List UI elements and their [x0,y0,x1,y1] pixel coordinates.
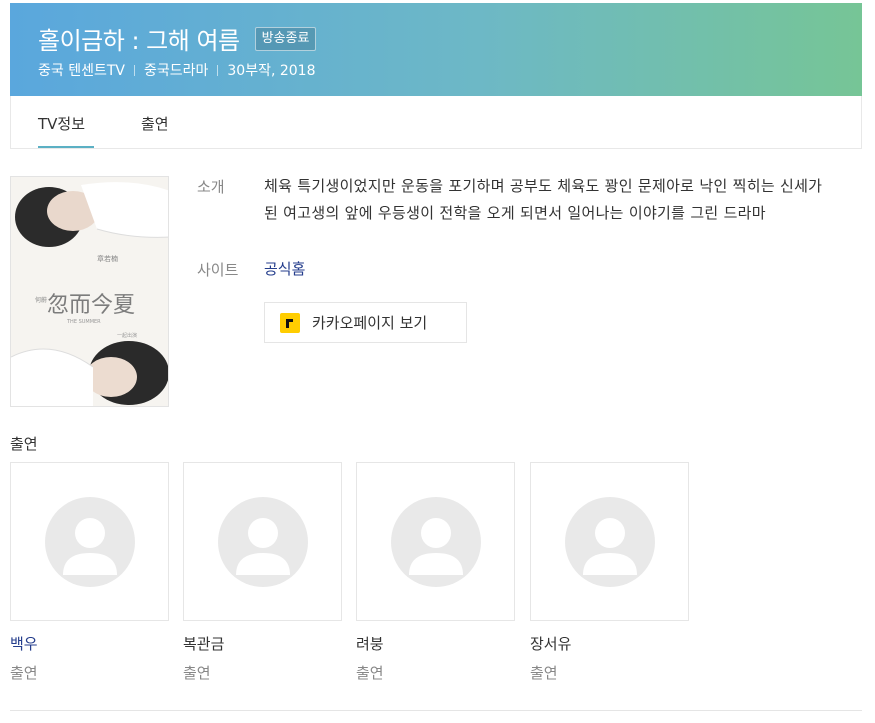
poster-subtitle: THE SUMMER [66,319,101,325]
cast-name: 장서유 [530,635,572,653]
meta-divider [217,64,219,76]
cast-section-title: 출연 [10,435,38,453]
tab-cast[interactable]: 출연 [141,113,169,134]
program-header: 홀이금하 : 그해 여름 방송종료 중국 텐센트TV 중국드라마 30부작, 2… [10,3,862,96]
active-tab-indicator [38,146,94,148]
cast-card[interactable]: 려붕 출연 [356,462,515,683]
cast-card[interactable]: 백우 출연 [10,462,169,683]
cast-photo[interactable] [356,462,515,621]
bottom-divider [10,710,862,711]
cast-name: 복관금 [183,635,225,653]
poster-art: 忽而今夏 THE SUMMER 章若楠 何蔚 一起出演 [11,177,168,406]
meta-broadcaster: 중국 텐센트TV [38,63,125,79]
program-title: 홀이금하 : 그해 여름 [38,27,240,55]
kakao-page-label: 카카오페이지 보기 [312,314,428,332]
poster-title: 忽而今夏 [47,293,135,318]
cast-photo[interactable] [10,462,169,621]
person-placeholder-icon [564,496,655,587]
title-row: 홀이금하 : 그해 여름 방송종료 [38,21,317,56]
status-badge: 방송종료 [254,26,317,51]
cast-card[interactable]: 장서유 출연 [530,462,689,683]
kakao-page-button[interactable]: 카카오페이지 보기 [264,302,467,343]
cast-name: 려붕 [356,635,384,653]
poster-right-caption: 一起出演 [117,332,137,339]
poster-image: 忽而今夏 THE SUMMER 章若楠 何蔚 一起出演 [10,176,169,407]
cast-photo[interactable] [530,462,689,621]
meta-divider [133,64,135,76]
cast-role: 출연 [530,664,558,682]
official-site-link[interactable]: 공식홈 [264,258,305,279]
meta-episodes-year: 30부작, 2018 [227,63,316,79]
person-placeholder-icon [44,496,135,587]
program-meta: 중국 텐센트TV 중국드라마 30부작, 2018 [38,60,316,80]
cast-role: 출연 [356,664,384,682]
intro-label: 소개 [197,178,225,196]
cast-role: 출연 [183,664,211,682]
poster-side-caption: 何蔚 [35,296,47,304]
person-placeholder-icon [217,496,308,587]
kakao-page-icon [280,312,300,333]
cast-card[interactable]: 복관금 출연 [183,462,342,683]
tab-bar: TV정보 출연 [10,96,862,149]
person-placeholder-icon [390,496,481,587]
poster-top-caption: 章若楠 [97,254,118,263]
tab-tv-info[interactable]: TV정보 [38,113,85,134]
cast-name[interactable]: 백우 [10,633,169,654]
cast-photo[interactable] [183,462,342,621]
site-label: 사이트 [197,261,239,279]
intro-text: 체육 특기생이었지만 운동을 포기하며 공부도 체육도 꽝인 문제아로 낙인 찍… [264,177,823,222]
cast-role: 출연 [10,664,38,682]
meta-genre: 중국드라마 [143,63,209,79]
